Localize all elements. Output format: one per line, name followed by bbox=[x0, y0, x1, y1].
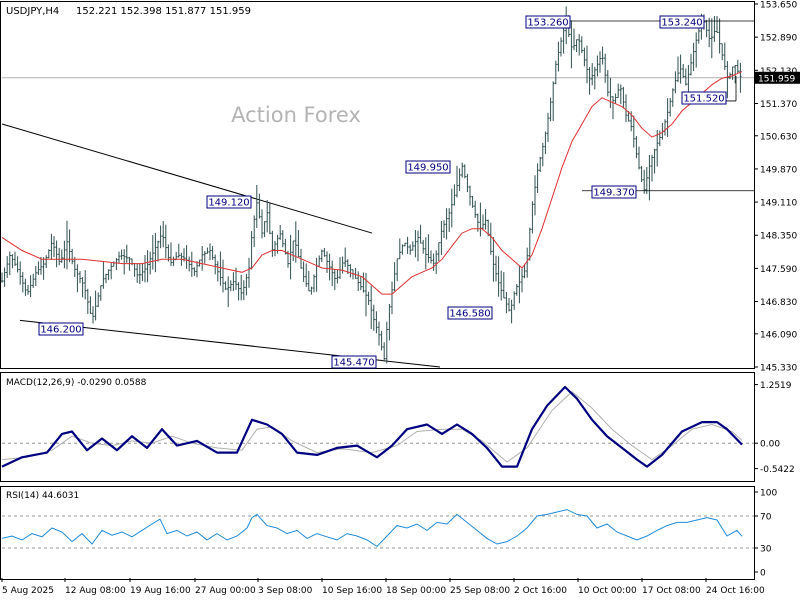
chart-area: USDJPY,H4 152.221 152.398 151.877 151.959… bbox=[0, 0, 800, 600]
x-tick-label: 3 Sep 08:00 bbox=[258, 586, 313, 596]
rsi-line bbox=[1, 509, 743, 548]
x-tick-label: 12 Aug 08:00 bbox=[65, 586, 126, 596]
y-tick-label: 148.350 bbox=[760, 232, 797, 242]
rsi-y-tick-label: 70 bbox=[760, 513, 772, 523]
symbol-label: USDJPY,H4 bbox=[6, 6, 59, 17]
rsi-title: RSI(14) 44.6031 bbox=[6, 491, 79, 501]
x-tick-label: 5 Aug 2025 bbox=[2, 586, 54, 596]
moving-average-line bbox=[1, 71, 743, 295]
x-tick-label: 27 Aug 00:00 bbox=[195, 586, 256, 596]
x-tick-label: 2 Oct 16:00 bbox=[514, 586, 567, 596]
rsi-y-tick-label: 30 bbox=[760, 545, 772, 555]
x-tick-label: 24 Oct 16:00 bbox=[706, 586, 765, 596]
macd-y-tick-label: 0.00 bbox=[760, 440, 780, 450]
x-tick-label: 19 Aug 16:00 bbox=[130, 586, 191, 596]
annotation-label: 151.520 bbox=[683, 94, 724, 105]
annotation-label: 153.240 bbox=[661, 18, 702, 29]
annotation-label: 149.120 bbox=[208, 198, 249, 209]
y-tick-label: 147.590 bbox=[760, 265, 797, 275]
price-bars bbox=[0, 6, 742, 364]
y-tick-label: 153.650 bbox=[760, 1, 797, 11]
x-tick-label: 17 Oct 08:00 bbox=[642, 586, 701, 596]
annotation-label: 149.370 bbox=[593, 188, 634, 199]
price-pane-frame bbox=[0, 1, 755, 369]
x-tick-label: 10 Sep 16:00 bbox=[322, 586, 382, 596]
x-tick-label: 10 Oct 00:00 bbox=[578, 586, 637, 596]
x-tick-label: 25 Sep 08:00 bbox=[450, 586, 510, 596]
y-tick-label: 149.110 bbox=[760, 199, 797, 209]
current-price-label: 151.959 bbox=[758, 74, 795, 84]
rsi-y-tick-label: 100 bbox=[760, 489, 777, 499]
macd-line bbox=[1, 385, 743, 468]
annotation-label: 145.470 bbox=[333, 358, 374, 369]
ohlc-header: 152.221 152.398 151.877 151.959 bbox=[76, 6, 251, 17]
chart-svg: USDJPY,H4 152.221 152.398 151.877 151.959… bbox=[0, 1, 800, 596]
annotation-label: 153.260 bbox=[527, 18, 568, 29]
x-tick-label: 18 Sep 00:00 bbox=[386, 586, 446, 596]
macd-pane-frame bbox=[0, 372, 755, 482]
macd-title: MACD(12,26,9) -0.0290 0.0588 bbox=[6, 378, 147, 388]
macd-y-tick-label: 1.2519 bbox=[760, 381, 792, 391]
macd-signal-line bbox=[1, 391, 743, 463]
rsi-pane-frame bbox=[0, 486, 755, 580]
y-tick-label: 150.630 bbox=[760, 132, 797, 142]
y-tick-label: 152.890 bbox=[760, 34, 797, 44]
y-tick-label: 149.870 bbox=[760, 165, 797, 175]
y-tick-label: 146.830 bbox=[760, 298, 797, 308]
y-tick-label: 146.090 bbox=[760, 330, 797, 340]
annotation-label: 146.580 bbox=[449, 309, 490, 320]
annotation-label: 149.950 bbox=[407, 163, 448, 174]
macd-y-tick-label: -0.5422 bbox=[760, 465, 795, 475]
y-tick-label: 145.330 bbox=[760, 364, 797, 374]
rsi-y-tick-label: 0 bbox=[760, 569, 766, 579]
watermark: Action Forex bbox=[231, 103, 361, 127]
annotation-label: 146.200 bbox=[40, 325, 81, 336]
upper-trendline bbox=[1, 123, 373, 234]
y-tick-label: 151.370 bbox=[760, 100, 797, 110]
